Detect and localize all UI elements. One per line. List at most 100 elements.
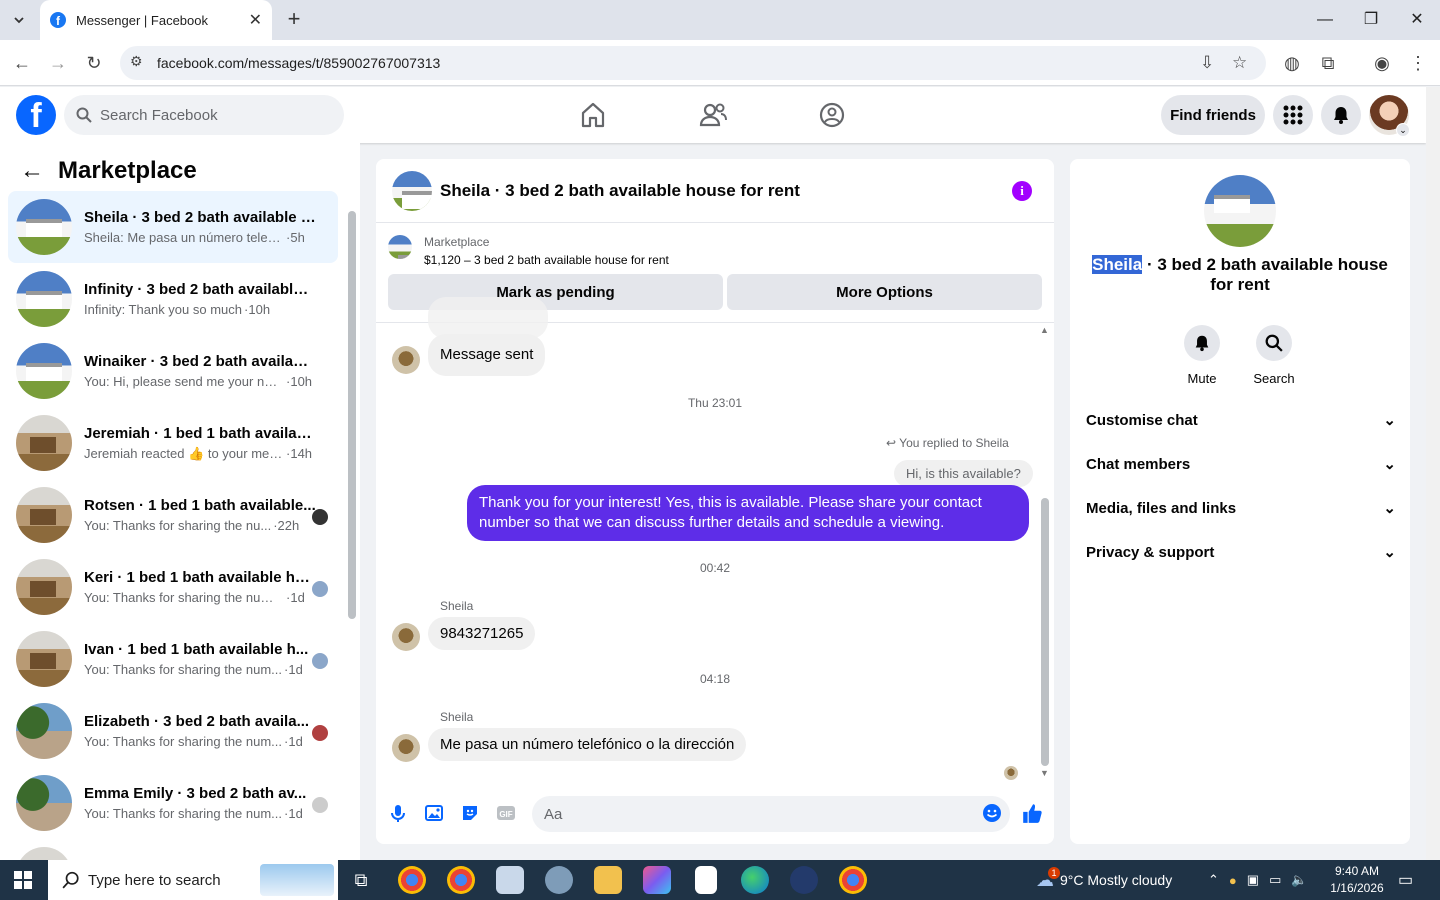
sheila-avatar[interactable]	[392, 734, 420, 762]
volume-icon[interactable]: 🔈	[1291, 872, 1307, 888]
conversation-item[interactable]: Infinity · 3 bed 2 bath available ... Inf…	[8, 263, 338, 335]
install-app-icon[interactable]: ⇩	[1200, 53, 1214, 73]
menu-grid-button[interactable]	[1273, 95, 1313, 135]
account-chevron-icon[interactable]: ⌄	[1396, 123, 1410, 137]
groups-icon[interactable]	[816, 99, 848, 131]
app-tray-icon[interactable]: ●	[1229, 873, 1237, 888]
page-scrollbar[interactable]	[1426, 87, 1440, 860]
home-icon[interactable]	[577, 99, 609, 131]
conversation-last-message: Sheila: Me pasa un número telefóni...	[84, 230, 284, 245]
message-bubble-outgoing[interactable]: Thank you for your interest! Yes, this i…	[467, 485, 1029, 541]
chrome-app-icon[interactable]	[398, 866, 426, 894]
thumbs-up-icon[interactable]	[1021, 802, 1043, 824]
paint-app-icon[interactable]	[545, 866, 573, 894]
task-view-icon[interactable]: ⧉	[347, 866, 375, 894]
reload-button[interactable]: ↻	[82, 51, 106, 75]
site-info-icon[interactable]: ⚙	[130, 53, 143, 70]
gif-icon[interactable]: GIF	[496, 803, 516, 823]
globe-extension-icon[interactable]: ◍	[1280, 51, 1304, 75]
scroll-down-arrow-icon[interactable]: ▼	[1040, 768, 1049, 778]
sticker-icon[interactable]	[460, 803, 480, 823]
extensions-puzzle-icon[interactable]: ⧉	[1316, 51, 1340, 75]
vpn-app-icon[interactable]	[790, 866, 818, 894]
back-arrow-icon[interactable]: ←	[20, 157, 44, 185]
conversation-item[interactable]: Winaiker · 3 bed 2 bath availabl... You: …	[8, 335, 338, 407]
info-icon[interactable]: i	[1012, 181, 1032, 201]
chat-avatar[interactable]	[392, 170, 432, 211]
forward-button[interactable]: →	[46, 51, 70, 75]
scrollbar-thumb[interactable]	[1041, 498, 1049, 766]
conversation-preview: Infinity: Thank you so much ·10h	[84, 302, 316, 317]
address-bar[interactable]: ⚙ facebook.com/messages/t/85900276700731…	[120, 46, 1266, 80]
conversation-name: Infinity · 3 bed 2 bath available ...	[84, 281, 316, 298]
sheila-avatar[interactable]	[392, 346, 420, 374]
chevron-down-icon	[14, 17, 24, 24]
row-label: Chat members	[1086, 455, 1191, 473]
find-friends-button[interactable]: Find friends	[1161, 95, 1265, 135]
edge-app-icon[interactable]	[741, 866, 769, 894]
facebook-logo-icon[interactable]: f	[16, 95, 56, 135]
media-files-links-row[interactable]: Media, files and links ⌄	[1086, 492, 1396, 524]
profile-icon[interactable]: ◉	[1370, 51, 1394, 75]
composer: GIF Aa	[376, 785, 1054, 841]
conversation-item[interactable]: Elizabeth · 3 bed 2 bath availa... You: T…	[8, 695, 338, 767]
weather-widget[interactable]: ☁ 9°C Mostly cloudy	[1036, 860, 1172, 900]
more-options-button[interactable]: More Options	[727, 274, 1042, 310]
conversation-item[interactable]: Rotsen · 1 bed 1 bath available... You: T…	[8, 479, 338, 551]
microphone-icon[interactable]	[388, 803, 408, 823]
marketplace-listing[interactable]: Marketplace $1,120 – 3 bed 2 bath availa…	[388, 235, 669, 267]
customise-chat-row[interactable]: Customise chat ⌄	[1086, 404, 1396, 436]
photos-app-icon[interactable]	[496, 866, 524, 894]
back-button[interactable]: ←	[10, 51, 34, 75]
meet-icon[interactable]: ▣	[1247, 872, 1259, 888]
taskbar-search-box[interactable]: Type here to search	[48, 860, 338, 900]
mute-button[interactable]: Mute	[1172, 325, 1232, 386]
scroll-up-arrow-icon[interactable]: ▲	[1040, 325, 1049, 335]
reply-quote[interactable]: Hi, is this available?	[894, 460, 1033, 487]
search-facebook-input[interactable]: Search Facebook	[64, 95, 344, 135]
conversation-item[interactable]: Keri · 1 bed 1 bath available hous... You…	[8, 551, 338, 623]
info-avatar[interactable]	[1204, 175, 1276, 247]
photo-icon[interactable]	[424, 803, 444, 823]
privacy-support-row[interactable]: Privacy & support ⌄	[1086, 536, 1396, 568]
friends-icon[interactable]	[697, 99, 729, 131]
conversation-item[interactable]: Ivan · 1 bed 1 bath available h... You: T…	[8, 623, 338, 695]
show-hidden-icons-icon[interactable]: ⌃	[1208, 872, 1219, 888]
network-icon[interactable]: ▭	[1269, 872, 1281, 888]
message-bubble-incoming[interactable]: 9843271265	[428, 617, 536, 650]
chrome-profile-app-icon[interactable]	[839, 866, 867, 894]
browser-tab[interactable]: f Messenger | Facebook ✕	[40, 0, 272, 40]
chat-members-row[interactable]: Chat members ⌄	[1086, 448, 1396, 480]
message-bubble-incoming[interactable]: Message sent	[428, 334, 546, 376]
windows-start-icon[interactable]	[14, 871, 32, 889]
conversation-item[interactable]: Sheila · 3 bed 2 bath available h... Shei…	[8, 191, 338, 263]
thread-scrollbar[interactable]: ▲ ▼	[1038, 323, 1052, 778]
message-input[interactable]: Aa	[532, 796, 1010, 832]
notification-center-icon[interactable]: ▭	[1398, 870, 1413, 890]
copilot-app-icon[interactable]	[643, 866, 671, 894]
system-clock[interactable]: 9:40 AM 1/16/2026	[1322, 863, 1392, 897]
minimize-button[interactable]: —	[1302, 8, 1348, 32]
conversation-last-message: You: Thanks for sharing the num...	[84, 734, 283, 749]
notepad-app-icon[interactable]	[695, 866, 717, 894]
menu-kebab-icon[interactable]: ⋮	[1406, 51, 1430, 75]
tab-search-button[interactable]	[6, 8, 32, 32]
scrollbar-thumb[interactable]	[348, 211, 356, 619]
notifications-button[interactable]	[1321, 95, 1361, 135]
maximize-button[interactable]: ❐	[1348, 8, 1394, 32]
conversation-item[interactable]: Emma Emily · 3 bed 2 bath av... You: Than…	[8, 767, 338, 839]
emoji-icon[interactable]	[982, 803, 1002, 823]
sidebar-scrollbar[interactable]	[344, 193, 358, 853]
file-explorer-icon[interactable]	[594, 866, 622, 894]
chat-title[interactable]: Sheila · 3 bed 2 bath available house fo…	[440, 181, 800, 201]
chrome-active-app-icon[interactable]	[447, 866, 475, 894]
search-in-chat-button[interactable]: Search	[1244, 325, 1304, 386]
conversation-item[interactable]: Jeremiah · 1 bed 1 bath available... Jere…	[8, 407, 338, 479]
new-tab-button[interactable]: +	[282, 8, 306, 32]
bookmark-star-icon[interactable]: ☆	[1232, 53, 1247, 73]
close-window-button[interactable]: ✕	[1394, 8, 1440, 32]
close-tab-icon[interactable]: ✕	[249, 10, 262, 30]
conversation-item[interactable]: Ellie · 1 bed 1 bath available h...	[8, 839, 338, 860]
message-bubble-incoming[interactable]: Me pasa un número telefónico o la direcc…	[428, 728, 747, 761]
sheila-avatar[interactable]	[392, 623, 420, 651]
